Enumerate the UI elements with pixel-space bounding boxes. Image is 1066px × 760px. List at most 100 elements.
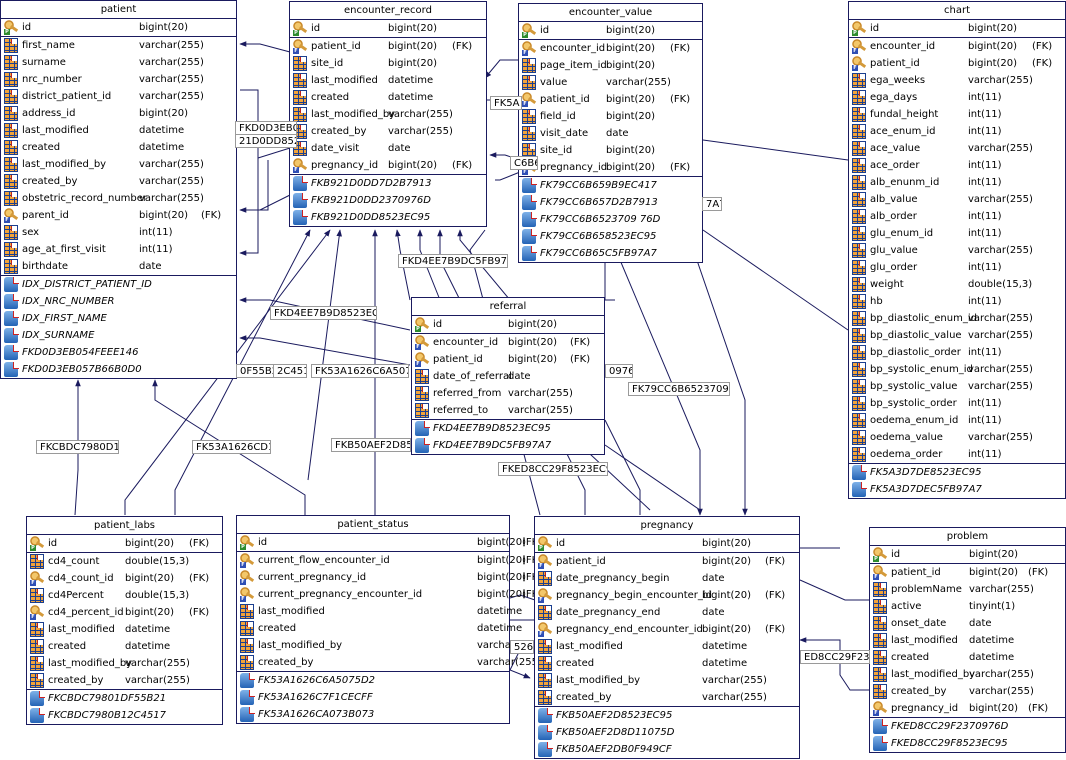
column-row[interactable]: problemName varchar(255)	[870, 581, 1065, 598]
column-row[interactable]: created datetime	[290, 89, 486, 106]
column-row[interactable]: nrc_number varchar(255)	[1, 71, 236, 88]
table-title[interactable]: patient_labs	[27, 517, 222, 535]
index-row[interactable]: IDX_SURNAME	[1, 327, 236, 344]
column-row[interactable]: Fpregnancy_id bigint(20) (FK)	[870, 700, 1065, 717]
column-row[interactable]: ega_weeks varchar(255)	[849, 72, 1065, 89]
column-row[interactable]: alb_enunm_id int(11)	[849, 174, 1065, 191]
table-title[interactable]: referral	[412, 298, 604, 316]
column-row[interactable]: Pid bigint(20)	[519, 22, 702, 39]
column-row[interactable]: sex int(11)	[1, 224, 236, 241]
index-row[interactable]: FK79CC6B6523709 76D	[519, 211, 702, 228]
column-row[interactable]: bp_systolic_order int(11)	[849, 395, 1065, 412]
index-row[interactable]: FKB50AEF2DB0F949CF	[535, 741, 799, 758]
column-row[interactable]: field_id bigint(20)	[519, 108, 702, 125]
table-encounter-value[interactable]: encounter_value Pid bigint(20) Fencounter_i…	[518, 3, 703, 263]
column-row[interactable]: visit_date date	[519, 125, 702, 142]
column-row[interactable]: Pid bigint(20)	[290, 20, 486, 37]
column-row[interactable]: Fpatient_id bigint(20) (FK)	[519, 91, 702, 108]
column-row[interactable]: hb int(11)	[849, 293, 1065, 310]
table-title[interactable]: chart	[849, 2, 1065, 20]
column-row[interactable]: created datetime	[27, 638, 222, 655]
column-row[interactable]: Pid bigint(20)	[849, 20, 1065, 37]
index-row[interactable]: FKD0D3EB057B66B0D0	[1, 361, 236, 378]
column-row[interactable]: Pid bigint(20)	[412, 316, 604, 333]
column-row[interactable]: obstetric_record_number varchar(255)	[1, 190, 236, 207]
column-row[interactable]: last_modified datetime	[1, 122, 236, 139]
column-row[interactable]: Fencounter_id bigint(20) (FK)	[849, 38, 1065, 55]
index-row[interactable]: FK53A1626C7F1CECFF	[237, 689, 509, 706]
column-row[interactable]: last_modified_byvarchar(255)	[237, 637, 542, 654]
table-encounter-record[interactable]: encounter_record Pid bigint(20) Fpatient_id…	[289, 1, 487, 227]
relationship-label[interactable]: FK5A	[490, 96, 522, 110]
column-row[interactable]: alb_value varchar(255)	[849, 191, 1065, 208]
column-row[interactable]: cd4_count double(15,3)	[27, 553, 222, 570]
column-row[interactable]: Fpatient_id bigint(20) (FK)	[870, 564, 1065, 581]
index-row[interactable]: FK5A3D7DE8523EC95	[849, 464, 1065, 481]
column-row[interactable]: first_name varchar(255)	[1, 37, 236, 54]
column-row[interactable]: last_modified_byvarchar(255)	[535, 672, 799, 689]
column-row[interactable]: last_modified datetime	[870, 632, 1065, 649]
column-row[interactable]: weight double(15,3)	[849, 276, 1065, 293]
column-row[interactable]: oedema_order int(11)	[849, 446, 1065, 463]
relationship-label[interactable]: 0976D	[605, 364, 633, 378]
column-row[interactable]: created datetime	[535, 655, 799, 672]
column-row[interactable]: Pid bigint(20)	[870, 546, 1065, 563]
column-row[interactable]: date_pregnancy_end date	[535, 604, 799, 621]
index-row[interactable]: FKB50AEF2D8523EC95	[535, 707, 799, 724]
index-row[interactable]: IDX_FIRST_NAME	[1, 310, 236, 327]
column-row[interactable]: district_patient_id varchar(255)	[1, 88, 236, 105]
column-row[interactable]: Fcurrent_pregnancy_encounter_id bigint(20…	[237, 586, 542, 603]
column-row[interactable]: last_modified datetime	[290, 72, 486, 89]
relationship-label[interactable]: FK53A1626C6A5075D	[311, 364, 409, 378]
column-row[interactable]: Fcd4_count_id bigint(20) (FK)	[27, 570, 222, 587]
column-row[interactable]: created datetime	[237, 620, 522, 637]
column-row[interactable]: last_modified datetime	[237, 603, 522, 620]
index-row[interactable]: FKCBDC7980B12C4517	[27, 707, 222, 724]
column-row[interactable]: last_modified_byvarchar(255)	[1, 156, 236, 173]
relationship-label[interactable]: ED8CC29F23709	[800, 650, 870, 664]
column-row[interactable]: Pid bigint(20) (FK)	[237, 534, 542, 551]
column-row[interactable]: address_id bigint(20)	[1, 105, 236, 122]
column-row[interactable]: last_modified_byvarchar(255)	[27, 655, 222, 672]
index-row[interactable]: FK5A3D7DEC5FB97A7	[849, 481, 1065, 498]
index-row[interactable]: FK79CC6B659B9EC417	[519, 177, 702, 194]
column-row[interactable]: Fencounter_id bigint(20) (FK)	[412, 334, 604, 351]
column-row[interactable]: created_by varchar(255)	[870, 683, 1065, 700]
column-row[interactable]: Fcurrent_flow_encounter_id bigint(20) (FK)	[237, 552, 542, 569]
index-row[interactable]: FKCBDC79801DF55B21	[27, 690, 222, 707]
table-problem[interactable]: problem Pid bigint(20) Fpatient_id bigint(20…	[869, 527, 1066, 753]
column-row[interactable]: ega_days int(11)	[849, 89, 1065, 106]
column-row[interactable]: created_by varchar(255)	[290, 123, 486, 140]
table-title[interactable]: encounter_value	[519, 4, 702, 22]
relationship-label[interactable]: FKD0D3EB0	[235, 121, 297, 135]
index-row[interactable]: FKD4EE7B9D8523EC95	[412, 420, 604, 437]
relationship-label[interactable]: FKD4EE7B9D8523EC95	[270, 306, 377, 320]
column-row[interactable]: surname varchar(255)	[1, 54, 236, 71]
table-title[interactable]: problem	[870, 528, 1065, 546]
table-chart[interactable]: chart Pid bigint(20) Fencounter_id bigint(20…	[848, 1, 1066, 499]
relationship-label[interactable]: FKCBDC7980D1B	[36, 440, 119, 454]
relationship-label[interactable]: 21D0DD852	[235, 134, 297, 148]
column-row[interactable]: last_modified datetime	[27, 621, 222, 638]
index-row[interactable]: FKB50AEF2D8D11075D	[535, 724, 799, 741]
index-row[interactable]: FK79CC6B657D2B7913	[519, 194, 702, 211]
column-row[interactable]: last_modified_byvarchar(255)	[870, 666, 1065, 683]
column-row[interactable]: glu_order int(11)	[849, 259, 1065, 276]
column-row[interactable]: ace_value varchar(255)	[849, 140, 1065, 157]
index-row[interactable]: FKED8CC29F8523EC95	[870, 735, 1065, 752]
index-row[interactable]: FKED8CC29F2370976D	[870, 718, 1065, 735]
column-row[interactable]: Pid bigint(20)	[535, 535, 799, 552]
column-row[interactable]: bp_diastolic_value varchar(255)	[849, 327, 1065, 344]
column-row[interactable]: created datetime	[870, 649, 1065, 666]
column-row[interactable]: Fpregnancy_id bigint(20) (FK)	[290, 157, 486, 174]
index-row[interactable]: FK53A1626C6A5075D2	[237, 672, 509, 689]
column-row[interactable]: created_by varchar(255)	[535, 689, 799, 706]
column-row[interactable]: Pid bigint(20)	[1, 19, 236, 36]
column-row[interactable]: site_id bigint(20)	[290, 55, 486, 72]
column-row[interactable]: created datetime	[1, 139, 236, 156]
column-row[interactable]: birthdate date	[1, 258, 236, 275]
index-row[interactable]: IDX_DISTRICT_PATIENT_ID	[1, 276, 236, 293]
column-row[interactable]: bp_diastolic_order int(11)	[849, 344, 1065, 361]
column-row[interactable]: oedema_enum_id int(11)	[849, 412, 1065, 429]
column-row[interactable]: ace_enum_id int(11)	[849, 123, 1065, 140]
